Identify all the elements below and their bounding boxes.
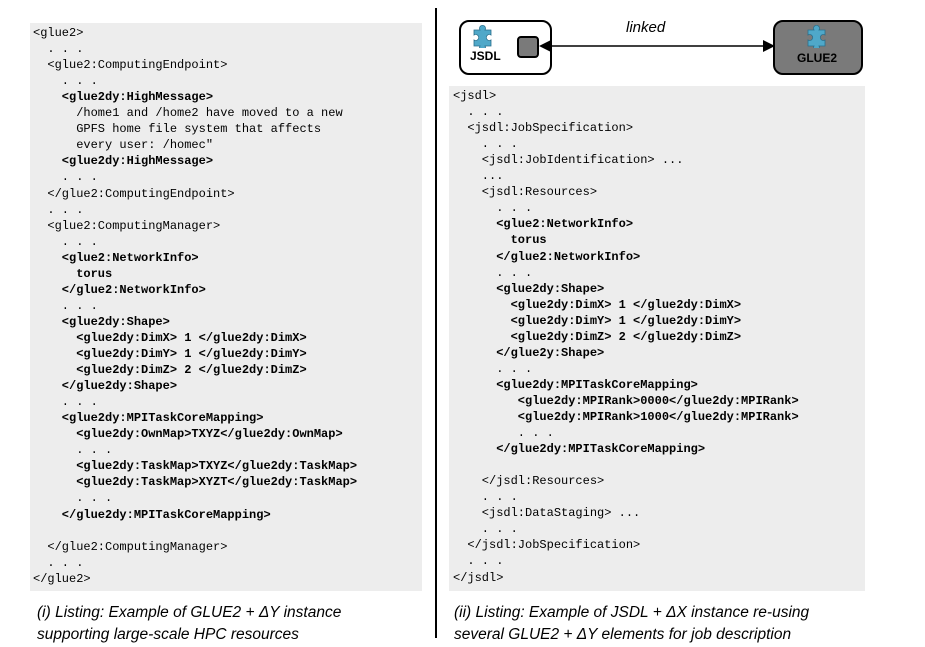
- code-line: </glue2:ComputingManager>: [33, 539, 228, 554]
- code-line: </glue2dy:MPITaskCoreMapping>: [33, 507, 271, 522]
- code-line: </glue2:NetworkInfo>: [33, 282, 206, 297]
- code-line: . . .: [453, 105, 504, 120]
- code-line: <jsdl:JobIdentification> ...: [453, 153, 684, 168]
- right-caption-line-1: (ii) Listing: Example of JSDL + ΔX insta…: [454, 604, 810, 621]
- code-line: . . .: [453, 490, 518, 505]
- code-line: <glue2dy:Shape>: [33, 314, 170, 329]
- code-line: . . .: [33, 491, 113, 506]
- code-line: </glue2:NetworkInfo>: [453, 249, 641, 264]
- left-caption-line-2: supporting large-scale HPC resources: [37, 626, 299, 643]
- code-line: <glue2dy:MPIRank>0000</glue2dy:MPIRank>: [453, 393, 799, 408]
- code-line: </glue2:ComputingEndpoint>: [33, 186, 235, 201]
- code-line: <glue2dy:DimZ> 2 </glue2dy:DimZ>: [453, 329, 742, 344]
- code-line: </glue2>: [33, 571, 91, 586]
- code-line: <glue2:NetworkInfo>: [33, 250, 199, 265]
- code-line: <glue2>: [33, 26, 84, 40]
- code-line: <jsdl:Resources>: [453, 185, 598, 200]
- jsdl-label: JSDL: [470, 49, 501, 63]
- code-line: . . .: [33, 298, 98, 313]
- link-handle: [517, 36, 539, 58]
- code-line: . . .: [453, 361, 533, 376]
- right-caption: (ii) Listing: Example of JSDL + ΔX insta…: [454, 602, 904, 646]
- code-line: <glue2dy:HighMessage>: [33, 154, 214, 169]
- code-line: <glue2dy:MPITaskCoreMapping>: [33, 411, 264, 426]
- code-line: <glue2dy:DimZ> 2 </glue2dy:DimZ>: [33, 363, 307, 378]
- code-line: </jsdl:JobSpecification>: [453, 538, 641, 553]
- code-line: . . .: [453, 426, 554, 441]
- code-line: . . .: [453, 201, 533, 216]
- code-line: . . .: [453, 522, 518, 537]
- code-line: <glue2dy:TaskMap>XYZT</glue2dy:TaskMap>: [33, 475, 358, 490]
- code-line: . . .: [33, 42, 84, 57]
- code-line: <glue2:ComputingManager>: [33, 218, 221, 233]
- code-line: every user: /homec": [33, 138, 214, 153]
- code-line: . . .: [33, 74, 98, 89]
- code-line: . . .: [33, 555, 84, 570]
- code-line: <glue2dy:OwnMap>TXYZ</glue2dy:OwnMap>: [33, 427, 343, 442]
- code-line: <glue2dy:DimX> 1 </glue2dy:DimX>: [33, 330, 307, 345]
- right-caption-line-2: several GLUE2 + ΔY elements for job desc…: [454, 626, 792, 643]
- left-caption-line-1: (i) Listing: Example of GLUE2 + ΔY insta…: [37, 604, 342, 621]
- glue2-label: GLUE2: [797, 51, 838, 65]
- puzzle-piece-icon: [807, 25, 826, 48]
- left-caption: (i) Listing: Example of GLUE2 + ΔY insta…: [37, 602, 427, 646]
- code-line: </glue2dy:MPITaskCoreMapping>: [453, 442, 706, 457]
- code-line: GPFS home file system that affects: [33, 122, 322, 137]
- code-line: . . .: [33, 170, 98, 185]
- code-line: <glue2:NetworkInfo>: [453, 217, 634, 232]
- code-line: <glue2dy:TaskMap>TXYZ</glue2dy:TaskMap>: [33, 459, 358, 474]
- code-line: ...: [453, 169, 504, 184]
- code-line: </glue2y:Shape>: [453, 345, 605, 360]
- code-line: . . .: [453, 554, 504, 569]
- code-line: <glue2dy:DimY> 1 </glue2dy:DimY>: [33, 347, 307, 361]
- code-line: <glue2:ComputingEndpoint>: [33, 58, 228, 73]
- linked-label: linked: [626, 19, 666, 36]
- code-line: <glue2dy:MPITaskCoreMapping>: [453, 377, 698, 392]
- code-line: <jsdl:JobSpecification>: [453, 121, 634, 136]
- jsdl-listing-panel: <jsdl> . . . <jsdl:JobSpecification> . .…: [449, 86, 865, 591]
- code-line: torus: [453, 233, 547, 248]
- code-line: <glue2dy:Shape>: [453, 281, 605, 296]
- code-line: <glue2dy:DimX> 1 </glue2dy:DimX>: [453, 297, 742, 312]
- code-line: </glue2dy:Shape>: [33, 379, 178, 394]
- code-line: </jsdl>: [453, 570, 504, 585]
- code-line: /home1 and /home2 have moved to a new: [33, 106, 343, 121]
- code-line: <glue2dy:MPIRank>1000</glue2dy:MPIRank>: [453, 410, 799, 424]
- glue2-listing-panel: <glue2> . . . <glue2:ComputingEndpoint> …: [30, 23, 422, 591]
- code-line: <glue2dy:HighMessage>: [33, 90, 214, 105]
- vertical-divider: [435, 8, 437, 638]
- code-line: <glue2dy:DimY> 1 </glue2dy:DimY>: [453, 313, 742, 328]
- code-line: <jsdl:DataStaging> ...: [453, 506, 641, 521]
- code-line: </jsdl:Resources>: [453, 474, 605, 489]
- puzzle-piece-icon: [473, 25, 492, 48]
- code-line: . . .: [453, 137, 518, 152]
- code-line: <jsdl>: [453, 89, 497, 103]
- code-line: torus: [33, 266, 113, 281]
- code-line: . . .: [33, 234, 98, 249]
- code-line: . . .: [33, 443, 113, 458]
- code-line: . . .: [33, 202, 84, 217]
- code-line: . . .: [453, 265, 533, 280]
- code-line: . . .: [33, 395, 98, 410]
- linked-arrow: [539, 40, 775, 52]
